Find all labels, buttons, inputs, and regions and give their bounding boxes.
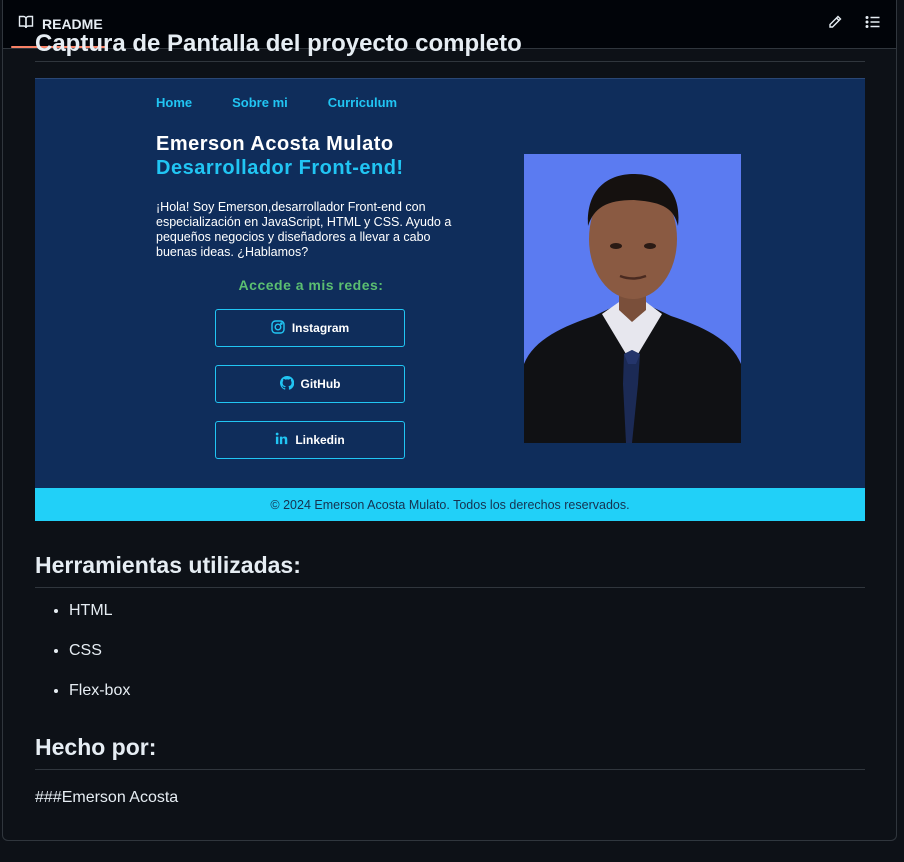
list-item: Flex-box: [69, 680, 130, 702]
book-icon: [18, 14, 42, 33]
tools-heading: Herramientas utilizadas:: [35, 552, 301, 578]
readme-panel: README Captura de Pantalla del proyecto …: [2, 0, 897, 841]
tab-label: README: [42, 15, 103, 32]
preview-nav: Home Sobre mi Curriculum: [156, 95, 397, 110]
nav-curriculum[interactable]: Curriculum: [328, 95, 397, 110]
social-title: Accede a mis redes:: [238, 277, 384, 293]
instagram-button[interactable]: Instagram: [215, 309, 405, 347]
preview-name: Emerson Acosta Mulato: [156, 133, 394, 155]
github-icon: [279, 375, 294, 393]
made-by-heading: Hecho por:: [35, 734, 157, 760]
made-by-rule: [35, 769, 865, 770]
tools-list: HTML CSS Flex-box: [49, 600, 130, 720]
list-icon: [865, 14, 881, 35]
preview-footer: © 2024 Emerson Acosta Mulato. Todos los …: [35, 488, 865, 521]
pencil-icon: [827, 14, 843, 35]
instagram-icon: [271, 319, 285, 337]
profile-photo: [524, 154, 741, 443]
preview-intro: ¡Hola! Soy Emerson,desarrollador Front-e…: [156, 200, 452, 259]
list-item: CSS: [69, 640, 130, 662]
cut-off-heading: Captura de Pantalla del proyecto complet…: [35, 34, 522, 57]
linkedin-button[interactable]: Linkedin: [215, 421, 405, 459]
instagram-label: Instagram: [291, 321, 350, 335]
heading-rule: [35, 61, 865, 62]
portfolio-screenshot: Home Sobre mi Curriculum Emerson Acosta …: [35, 78, 865, 521]
linkedin-label: Linkedin: [295, 433, 345, 447]
nav-home[interactable]: Home: [156, 95, 192, 110]
linkedin-icon: [275, 432, 288, 448]
nav-sobre-mi[interactable]: Sobre mi: [232, 95, 288, 110]
tools-rule: [35, 587, 865, 588]
made-by-text: ###Emerson Acosta: [35, 789, 179, 806]
edit-button[interactable]: [823, 12, 847, 36]
list-item: HTML: [69, 600, 130, 622]
github-button[interactable]: GitHub: [215, 365, 405, 403]
outline-button[interactable]: [861, 12, 885, 36]
preview-role: Desarrollador Front-end!: [156, 157, 404, 179]
github-label: GitHub: [300, 377, 341, 391]
